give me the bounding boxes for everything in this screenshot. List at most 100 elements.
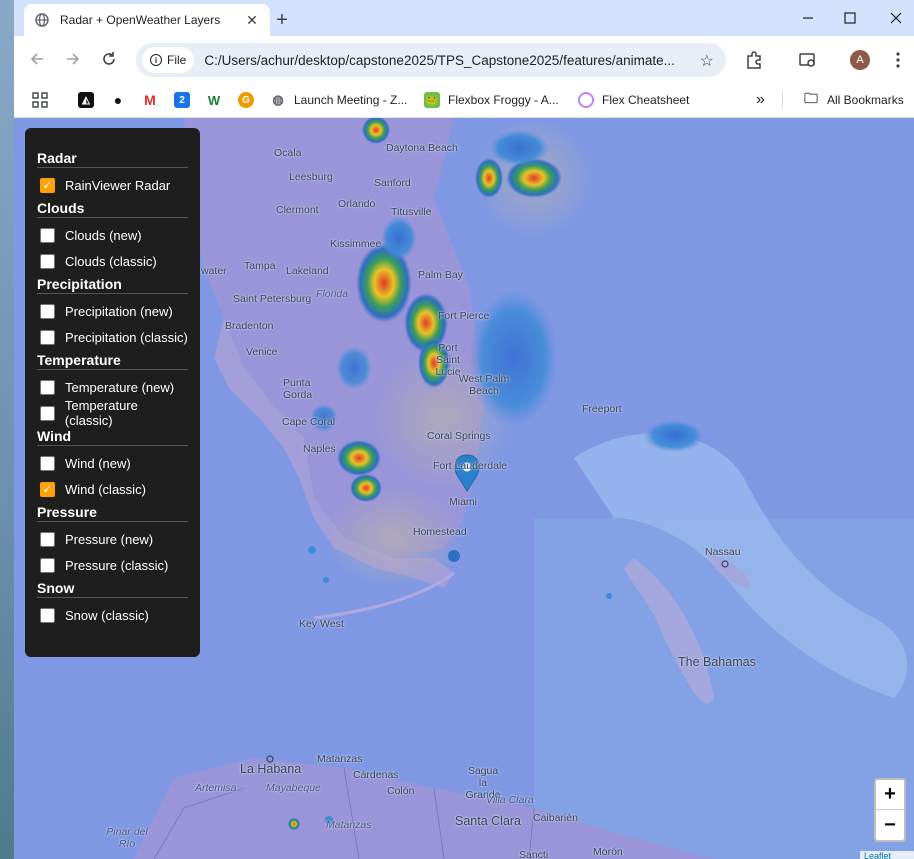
layer-option-label: RainViewer Radar <box>65 177 171 193</box>
url-text[interactable]: C:/Users/achur/desktop/capstone2025/TPS_… <box>204 53 684 68</box>
desktop-background <box>0 0 14 859</box>
ring-icon <box>578 92 594 108</box>
layer-option[interactable]: Clouds (new) <box>37 222 188 248</box>
checkbox[interactable] <box>40 557 55 573</box>
checkbox[interactable] <box>40 329 55 345</box>
zoom-control: + − <box>874 778 906 842</box>
gmail-icon[interactable]: M <box>142 90 166 110</box>
place-label: water <box>201 265 227 277</box>
new-tab-button[interactable]: + <box>270 8 294 32</box>
close-window-icon[interactable] <box>884 6 908 30</box>
checkbox[interactable] <box>40 531 55 547</box>
place-label: La Habana <box>240 762 302 776</box>
browser-toolbar: i File C:/Users/achur/desktop/capstone20… <box>14 36 914 82</box>
place-label: Saint Petersburg <box>233 293 312 305</box>
layer-option[interactable]: Temperature (classic) <box>37 398 188 428</box>
search-tabs-icon[interactable] <box>798 50 818 70</box>
bookmark-flexbox-froggy[interactable]: 🐸 Flexbox Froggy - A... <box>424 90 559 110</box>
layer-group-title: Radar <box>37 150 188 168</box>
layer-group-title: Wind <box>37 428 188 446</box>
place-label: Coral Springs <box>427 430 491 442</box>
w-app-icon[interactable]: W <box>206 90 230 110</box>
extensions-icon[interactable] <box>744 50 764 70</box>
place-label: Naples <box>303 443 336 455</box>
frog-icon: 🐸 <box>424 92 440 108</box>
layer-group-title: Snow <box>37 580 188 598</box>
place-label: Palm Bay <box>418 269 463 281</box>
checked-checkbox[interactable]: ✓ <box>40 177 55 193</box>
layer-option[interactable]: ✓ RainViewer Radar <box>37 172 188 198</box>
layer-option-label: Pressure (classic) <box>65 557 169 573</box>
site-info-chip[interactable]: i File <box>142 47 195 73</box>
bookmark-dark-app-icon[interactable]: ◭ <box>78 90 102 110</box>
github-icon[interactable]: ● <box>110 90 134 110</box>
layer-option-label: Temperature (new) <box>65 379 175 395</box>
place-label: Colón <box>387 785 415 797</box>
info-icon: i <box>150 54 162 66</box>
place-label: Sancti <box>519 849 549 859</box>
place-label: Clermont <box>276 204 319 216</box>
layer-option[interactable]: Temperature (new) <box>37 374 188 400</box>
layer-option[interactable]: Snow (classic) <box>37 602 188 628</box>
menu-kebab-icon[interactable] <box>888 50 908 70</box>
back-arrow-icon[interactable] <box>26 48 48 70</box>
checkbox[interactable] <box>40 405 55 421</box>
place-label: Leesburg <box>289 171 333 183</box>
place-label: The Bahamas <box>678 655 756 669</box>
layer-option[interactable]: Precipitation (new) <box>37 298 188 324</box>
place-label: Sanford <box>374 177 411 189</box>
checked-checkbox[interactable]: ✓ <box>40 481 55 497</box>
apps-grid-icon[interactable] <box>32 90 48 110</box>
close-tab-icon[interactable]: ✕ <box>244 12 260 28</box>
layer-option[interactable]: Clouds (classic) <box>37 248 188 274</box>
layer-group-title: Precipitation <box>37 276 188 294</box>
map-attribution[interactable]: Leaflet <box>860 851 914 859</box>
layer-group-title: Clouds <box>37 200 188 218</box>
checkbox[interactable] <box>40 607 55 623</box>
checkbox[interactable] <box>40 227 55 243</box>
layer-option[interactable]: Pressure (classic) <box>37 552 188 578</box>
place-label: Miami <box>449 496 477 508</box>
layer-option[interactable]: ✓ Wind (classic) <box>37 476 188 502</box>
place-label: Orlando <box>338 198 376 210</box>
reload-icon[interactable] <box>98 48 120 70</box>
place-label: Fort Lauderdale <box>433 460 508 472</box>
grammarly-icon[interactable]: G <box>238 90 262 110</box>
checkbox[interactable] <box>40 455 55 471</box>
checkbox[interactable] <box>40 303 55 319</box>
file-label: File <box>167 53 187 67</box>
layer-control-panel: Radar ✓ RainViewer Radar Clouds Clouds (new)… <box>25 128 200 657</box>
place-label: Matanzas <box>317 753 363 765</box>
more-bookmarks-chevron-icon[interactable]: » <box>756 90 765 110</box>
bookmark-flex-cheatsheet[interactable]: Flex Cheatsheet <box>578 90 689 110</box>
forward-arrow-icon[interactable] <box>62 48 84 70</box>
place-label: Artemisa <box>195 782 237 794</box>
all-bookmarks-button[interactable]: 🗀 All Bookmarks <box>782 90 904 110</box>
zoom-in-button[interactable]: + <box>876 780 904 810</box>
layer-option-label: Precipitation (new) <box>65 303 173 319</box>
active-tab[interactable]: Radar + OpenWeather Layers ✕ <box>24 4 270 36</box>
layer-option[interactable]: Wind (new) <box>37 450 188 476</box>
bookmark-star-icon[interactable]: ☆ <box>700 51 714 71</box>
checkbox[interactable] <box>40 253 55 269</box>
address-bar[interactable]: i File C:/Users/achur/desktop/capstone20… <box>136 43 726 77</box>
minimize-icon[interactable] <box>796 6 820 30</box>
tab-bar: Radar + OpenWeather Layers ✕ + <box>14 0 914 36</box>
place-label: Cape Coral <box>282 416 336 428</box>
map-canvas[interactable]: Daytona Beach Ocala Sanford Leesburg Cle… <box>14 118 914 859</box>
calendar-icon[interactable]: 2 <box>174 90 198 110</box>
place-label: Morón <box>593 846 623 858</box>
maximize-icon[interactable] <box>838 6 862 30</box>
layer-option[interactable]: Pressure (new) <box>37 526 188 552</box>
place-label: West Palm Beach <box>458 373 510 397</box>
folder-icon: 🗀 <box>803 90 819 108</box>
layer-option[interactable]: Precipitation (classic) <box>37 324 188 350</box>
checkbox[interactable] <box>40 379 55 395</box>
place-label: Lakeland <box>286 265 329 277</box>
place-label: Tampa <box>244 260 276 272</box>
zoom-out-button[interactable]: − <box>876 810 904 840</box>
layer-option-label: Wind (new) <box>65 455 131 471</box>
bookmark-launch-meeting[interactable]: ◍ Launch Meeting - Z... <box>270 90 407 110</box>
profile-avatar[interactable]: A <box>850 50 870 70</box>
place-label: Santa Clara <box>455 814 522 828</box>
